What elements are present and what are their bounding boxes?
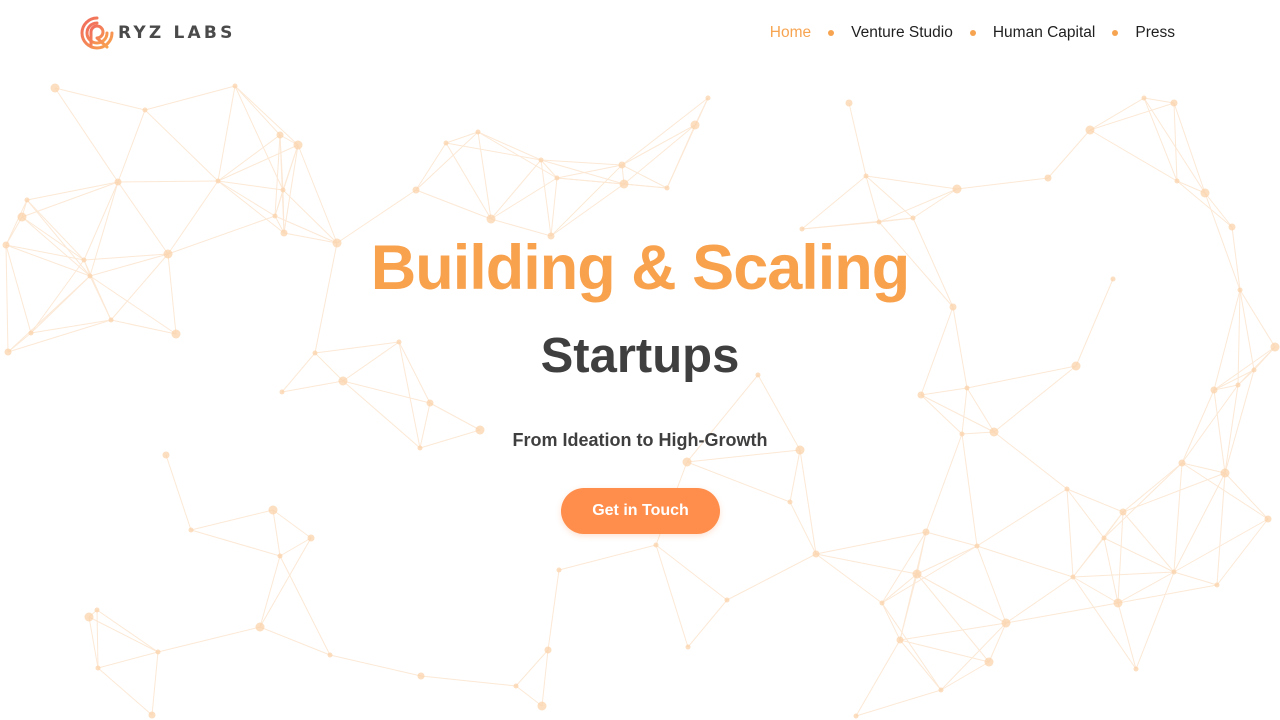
nav-link-human-capital[interactable]: Human Capital <box>993 24 1096 42</box>
site-header: RYZ LABS Home Venture Studio Human Capit… <box>0 0 1280 66</box>
nav-link-venture-studio[interactable]: Venture Studio <box>851 24 953 42</box>
ryz-logo-icon <box>80 16 114 50</box>
main-nav: Home Venture Studio Human Capital Press <box>770 20 1175 46</box>
dot-separator-icon <box>828 30 835 36</box>
get-in-touch-button[interactable]: Get in Touch <box>561 488 720 534</box>
hero-section: Building & Scaling Startups From Ideatio… <box>0 0 1280 720</box>
hero-tagline: From Ideation to High-Growth <box>512 430 768 450</box>
dot-separator-icon <box>1112 30 1119 36</box>
dot-separator-icon <box>969 30 976 36</box>
brand-name: RYZ LABS <box>118 23 236 43</box>
hero-subtitle: Startups <box>540 329 740 383</box>
hero-title: Building & Scaling <box>370 233 911 303</box>
nav-link-press[interactable]: Press <box>1135 24 1175 42</box>
landing-page: RYZ LABS Home Venture Studio Human Capit… <box>0 0 1280 720</box>
nav-link-home[interactable]: Home <box>770 24 811 42</box>
brand-logo-link[interactable]: RYZ LABS <box>80 16 236 50</box>
